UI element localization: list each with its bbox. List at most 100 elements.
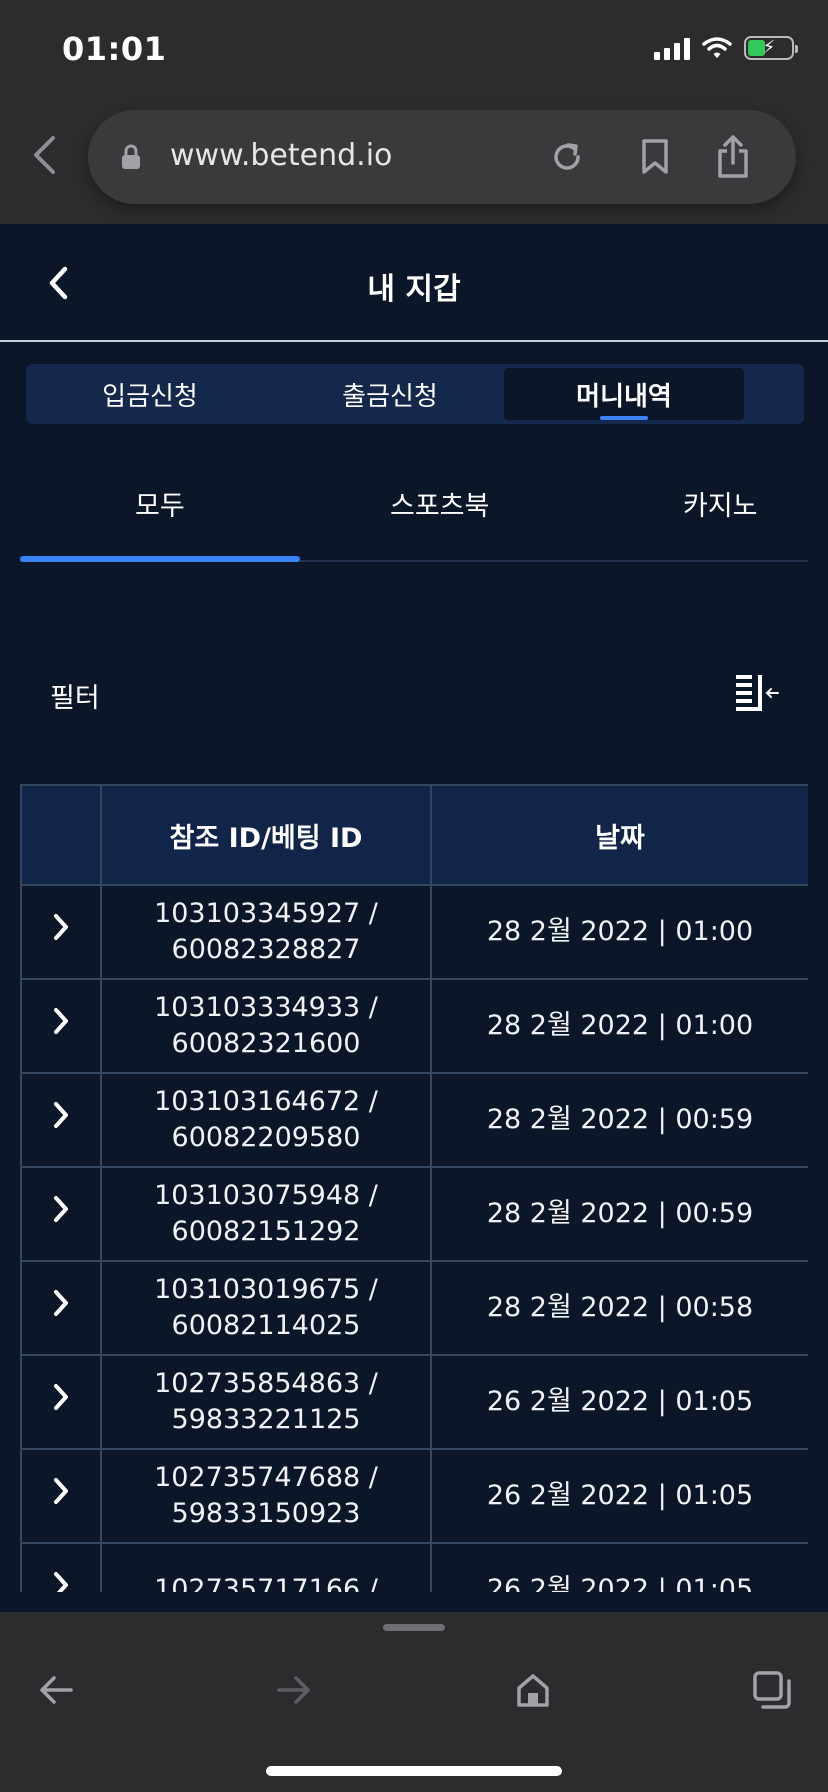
reload-icon (554, 143, 580, 170)
reference-id: 103103164672 / (154, 1086, 378, 1117)
table-row[interactable]: 103103345927 / 60082328827 28 2월 2022 | 01… (20, 884, 808, 980)
ref-bet-id-cell: 102735747688 / 59833150923 (100, 1448, 432, 1544)
ref-bet-id-cell: 103103334933 / 60082321600 (100, 978, 432, 1074)
browser-tabs-button[interactable] (742, 1660, 802, 1720)
table-row[interactable]: 102735717166 / 26 2월 2022 | 01:05 (20, 1542, 808, 1592)
chevron-left-icon (34, 136, 55, 174)
wallet-segment-tabs: 입금신청 출금신청 머니내역 (26, 364, 804, 424)
home-indicator (266, 1766, 562, 1776)
chevron-right-icon (54, 914, 68, 940)
table-row[interactable]: 103103075948 / 60082151292 28 2월 2022 | 00… (20, 1166, 808, 1262)
date-cell: 28 2월 2022 | 00:59 (430, 1166, 808, 1262)
reference-id: 102735854863 / (154, 1368, 378, 1399)
tab-money-history[interactable]: 머니내역 (504, 368, 744, 420)
arrow-left-icon (40, 1676, 73, 1704)
ref-bet-id-cell: 102735717166 / (100, 1542, 432, 1592)
lock-icon (122, 144, 140, 169)
active-subtab-indicator (20, 556, 300, 562)
browser-forward-nav-button[interactable] (264, 1660, 324, 1720)
chevron-right-icon (54, 1384, 68, 1410)
browser-chrome: 01:01 ⚡ www.betend.io (0, 0, 828, 224)
header-ref-id: 참조 ID/베팅 ID (100, 784, 432, 886)
ref-bet-id-cell: 103103345927 / 60082328827 (100, 884, 432, 980)
history-subtabs: 모두 스포츠북 카지노 (20, 470, 808, 562)
subtab-all[interactable]: 모두 (135, 484, 185, 523)
reference-id: 103103345927 / (154, 898, 378, 929)
date-cell: 28 2월 2022 | 01:00 (430, 978, 808, 1074)
tabs-icon (753, 1671, 791, 1709)
tab-money-history-label: 머니내역 (576, 381, 672, 412)
reference-id: 103103075948 / (154, 1180, 378, 1211)
reference-id: 102735717166 / (154, 1574, 378, 1592)
reload-button[interactable] (542, 132, 592, 182)
ref-bet-id-cell: 103103164672 / 60082209580 (100, 1072, 432, 1168)
home-icon (517, 1674, 549, 1707)
page-title: 내 지갑 (367, 272, 461, 307)
bet-id: 60082151292 (171, 1216, 361, 1247)
date-cell: 26 2월 2022 | 01:05 (430, 1542, 808, 1592)
chevron-right-icon (54, 1008, 68, 1034)
browser-toolbar (0, 1612, 828, 1792)
transactions-table: 참조 ID/베팅 ID 날짜 103103345927 / 60082328827… (20, 784, 808, 1592)
status-time: 01:01 (62, 30, 167, 68)
reference-id: 103103334933 / (154, 992, 378, 1023)
bet-id: 60082328827 (171, 934, 361, 965)
row-expand-button[interactable] (20, 1260, 102, 1356)
reference-id: 102735747688 / (154, 1462, 378, 1493)
arrow-right-icon (277, 1676, 310, 1704)
table-row[interactable]: 103103019675 / 60082114025 28 2월 2022 | 00… (20, 1260, 808, 1356)
address-bar[interactable]: www.betend.io (88, 110, 796, 204)
bet-id: 60082114025 (171, 1310, 361, 1341)
chevron-right-icon (54, 1290, 68, 1316)
table-row[interactable]: 103103164672 / 60082209580 28 2월 2022 | 00… (20, 1072, 808, 1168)
row-expand-button[interactable] (20, 884, 102, 980)
date-cell: 28 2월 2022 | 00:59 (430, 1072, 808, 1168)
chevron-right-icon (54, 1572, 68, 1592)
filter-icon (736, 675, 779, 711)
row-expand-button[interactable] (20, 1542, 102, 1592)
status-icons: ⚡ (654, 36, 798, 60)
filter-toggle-button[interactable] (734, 672, 780, 712)
table-row[interactable]: 102735854863 / 59833221125 26 2월 2022 | 01… (20, 1354, 808, 1450)
active-tab-indicator (600, 416, 648, 420)
table-row[interactable]: 103103334933 / 60082321600 28 2월 2022 | 01… (20, 978, 808, 1074)
share-button[interactable] (708, 132, 758, 182)
date-cell: 28 2월 2022 | 00:58 (430, 1260, 808, 1356)
browser-back-button[interactable] (24, 130, 64, 180)
date-cell: 28 2월 2022 | 01:00 (430, 884, 808, 980)
ref-bet-id-cell: 103103075948 / 60082151292 (100, 1166, 432, 1262)
ref-bet-id-cell: 103103019675 / 60082114025 (100, 1260, 432, 1356)
row-expand-button[interactable] (20, 1354, 102, 1450)
chevron-right-icon (54, 1102, 68, 1128)
browser-home-button[interactable] (503, 1660, 563, 1720)
tab-withdraw[interactable]: 출금신청 (270, 368, 510, 420)
bookmark-button[interactable] (630, 132, 680, 182)
bet-id: 59833221125 (171, 1404, 361, 1435)
browser-back-nav-button[interactable] (26, 1660, 86, 1720)
bookmark-icon (642, 139, 668, 174)
reference-id: 103103019675 / (154, 1274, 378, 1305)
subtab-casino[interactable]: 카지노 (683, 484, 758, 523)
row-expand-button[interactable] (20, 978, 102, 1074)
header-expand (20, 784, 102, 886)
header-date: 날짜 (430, 784, 808, 886)
url-text[interactable]: www.betend.io (170, 138, 392, 173)
chevron-right-icon (54, 1478, 68, 1504)
toolbar-grabber[interactable] (383, 1624, 445, 1631)
row-expand-button[interactable] (20, 1166, 102, 1262)
row-expand-button[interactable] (20, 1072, 102, 1168)
battery-icon: ⚡ (744, 36, 798, 60)
date-cell: 26 2월 2022 | 01:05 (430, 1448, 808, 1544)
bet-id: 59833150923 (171, 1498, 361, 1529)
tab-deposit[interactable]: 입금신청 (30, 368, 270, 420)
filter-label: 필터 (50, 683, 100, 714)
bet-id: 60082209580 (171, 1122, 361, 1153)
row-expand-button[interactable] (20, 1448, 102, 1544)
table-row[interactable]: 102735747688 / 59833150923 26 2월 2022 | 01… (20, 1448, 808, 1544)
wifi-icon (702, 37, 732, 58)
subtab-sportsbook[interactable]: 스포츠북 (390, 484, 489, 523)
bet-id: 60082321600 (171, 1028, 361, 1059)
wallet-header: 내 지갑 (0, 224, 828, 342)
table-header-row: 참조 ID/베팅 ID 날짜 (20, 784, 808, 886)
chevron-right-icon (54, 1196, 68, 1222)
